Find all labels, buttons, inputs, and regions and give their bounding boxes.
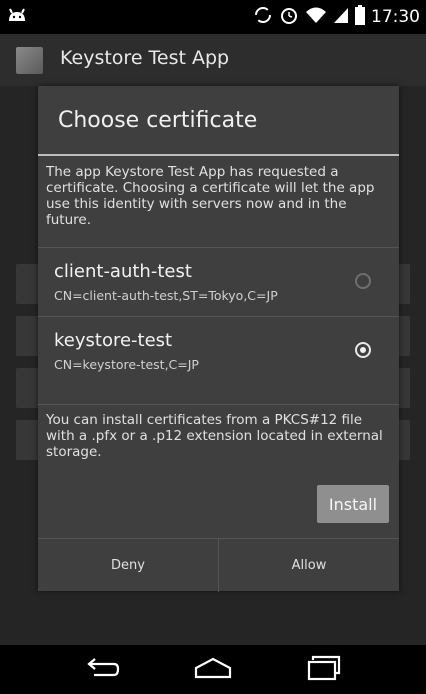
certificate-subject: CN=keystore-test,C=JP	[54, 357, 199, 372]
home-icon	[193, 656, 233, 684]
back-icon	[84, 657, 120, 683]
status-bar: 17:30	[0, 0, 426, 34]
action-bar: Keystore Test App	[0, 34, 426, 86]
navigation-bar	[0, 645, 426, 694]
certificate-item[interactable]: keystore-test CN=keystore-test,C=JP	[38, 318, 399, 384]
app-icon[interactable]	[16, 47, 43, 74]
dialog-message: The app Keystore Test App has requested …	[46, 164, 375, 228]
title-divider	[38, 154, 399, 156]
alarm-icon	[279, 5, 299, 29]
notification-icon	[6, 5, 28, 27]
certificate-subject: CN=client-auth-test,ST=Tokyo,C=JP	[54, 288, 278, 303]
choose-certificate-dialog: Choose certificate The app Keystore Test…	[38, 86, 399, 592]
signal-icon	[333, 6, 349, 28]
certificate-radio[interactable]	[355, 273, 371, 289]
recents-icon	[306, 655, 342, 685]
certificate-radio[interactable]	[355, 342, 371, 358]
install-note: You can install certificates from a PKCS…	[46, 412, 383, 460]
battery-icon	[355, 5, 365, 29]
status-time: 17:30	[371, 7, 420, 27]
back-button[interactable]	[72, 652, 132, 688]
allow-button[interactable]: Allow	[219, 539, 399, 592]
home-button[interactable]	[183, 652, 243, 688]
app-title: Keystore Test App	[60, 47, 230, 69]
dialog-title: Choose certificate	[58, 108, 258, 133]
dialog-button-bar: Deny Allow	[38, 538, 399, 592]
sync-icon	[253, 5, 273, 29]
certificate-item[interactable]: client-auth-test CN=client-auth-test,ST=…	[38, 249, 399, 315]
wifi-icon	[305, 6, 327, 28]
recents-button[interactable]	[294, 652, 354, 688]
deny-button[interactable]: Deny	[38, 539, 218, 592]
certificate-name: keystore-test	[54, 330, 173, 351]
divider	[38, 247, 399, 248]
certificate-name: client-auth-test	[54, 261, 192, 282]
install-button[interactable]: Install	[317, 485, 389, 523]
divider	[38, 404, 399, 405]
divider	[38, 316, 399, 317]
